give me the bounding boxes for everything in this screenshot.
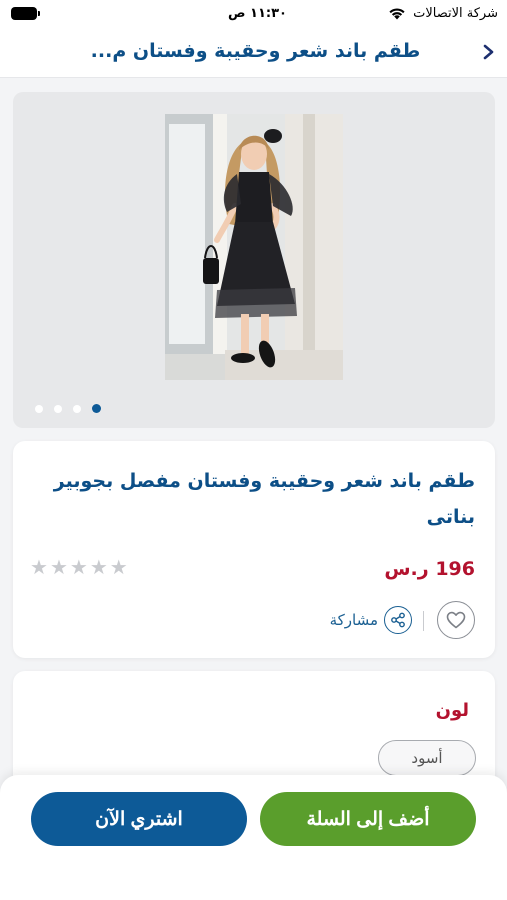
star-icon: ★ [30, 555, 48, 579]
product-price: 196 ر.س [384, 558, 475, 580]
chevron-right-icon[interactable] [478, 39, 500, 65]
status-bar: ١١:٣٠ ص شركة الاتصالات [0, 0, 507, 28]
buy-now-button[interactable]: اشتري الآن [31, 792, 247, 846]
pagination-dot[interactable] [35, 404, 43, 413]
divider [423, 611, 424, 631]
product-image [165, 114, 343, 380]
product-photo [165, 114, 343, 380]
color-option-label: لون [435, 700, 469, 721]
carrier-name: شركة الاتصالات [413, 6, 498, 21]
heart-icon [446, 611, 466, 629]
product-title: طقم باند شعر وحقيبة وفستان مفصل بجوبير ب… [53, 470, 475, 528]
header-bar: طقم باند شعر وحقيبة وفستان م... [0, 28, 507, 78]
product-info-card: طقم باند شعر وحقيبة وفستان مفصل بجوبير ب… [13, 441, 495, 658]
page-title: طقم باند شعر وحقيبة وفستان م... [90, 40, 421, 62]
pagination-dot[interactable] [54, 404, 62, 413]
pagination-dot-active[interactable] [92, 404, 101, 413]
favorite-button[interactable] [437, 601, 475, 639]
bottom-action-bar: اشتري الآن أضف إلى السلة [0, 775, 507, 900]
star-icon: ★ [49, 555, 68, 579]
star-icon: ★ [69, 555, 88, 579]
share-button[interactable]: مشاركة [330, 605, 412, 635]
status-time: ١١:٣٠ ص [228, 6, 287, 21]
add-to-cart-button[interactable]: أضف إلى السلة [260, 792, 476, 846]
gallery-pagination [35, 404, 101, 413]
pagination-dot[interactable] [73, 404, 81, 413]
color-chip-selected[interactable]: أسود [378, 740, 476, 776]
star-icon: ★ [109, 555, 128, 579]
wifi-icon [389, 8, 405, 20]
share-label: مشاركة [329, 611, 378, 629]
star-icon: ★ [89, 555, 108, 579]
share-icon [391, 612, 405, 628]
battery-icon [11, 7, 40, 20]
share-icon-wrap [384, 606, 412, 634]
product-image-gallery[interactable] [13, 92, 495, 428]
rating-stars: ★ ★ ★ ★ ★ [30, 557, 128, 577]
